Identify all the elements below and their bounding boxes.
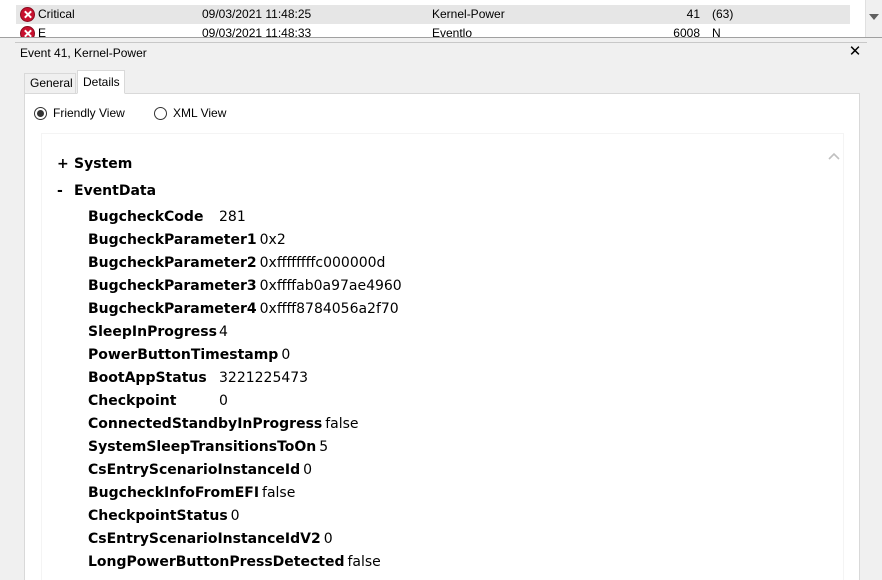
radio-unselected-icon[interactable] [154, 107, 167, 120]
property-name: CsEntryScenarioInstanceIdV2 [88, 531, 321, 547]
event-row-error[interactable]: E 09/03/2021 11:48:33 Eventlo 6008 N [16, 24, 850, 37]
tree-node-label: EventData [74, 183, 157, 199]
event-data-row[interactable]: SleepInProgress 4 [88, 322, 228, 342]
property-name: BugcheckParameter3 [88, 278, 257, 294]
property-value: 0 [230, 508, 240, 524]
friendly-view-radio[interactable]: Friendly View [34, 105, 134, 121]
critical-error-icon [20, 7, 35, 22]
friendly-view-label: Friendly View [53, 106, 125, 120]
event-list[interactable]: Critical 09/03/2021 11:48:25 Kernel-Powe… [0, 0, 882, 37]
event-date: 09/03/2021 11:48:33 [202, 26, 312, 37]
event-data-row[interactable]: BugcheckParameter4 0xffff8784056a2f70 [88, 299, 399, 319]
property-name: BugcheckCode [88, 209, 204, 225]
property-name: SystemSleepTransitionsToOn [88, 439, 317, 455]
property-name: BugcheckInfoFromEFI [88, 485, 260, 501]
property-value: 4 [219, 324, 228, 340]
event-level: Critical [38, 7, 75, 21]
pane-splitter[interactable] [0, 37, 882, 40]
event-data-row[interactable]: BugcheckParameter3 0xffffab0a97ae4960 [88, 276, 402, 296]
event-data-row[interactable]: PowerButtonTimestamp 0 [88, 345, 290, 365]
event-data-row[interactable]: BugcheckInfoFromEFI false [88, 483, 295, 503]
property-value: 0 [219, 393, 228, 409]
xml-view-label: XML View [173, 106, 227, 120]
event-row-critical[interactable]: Critical 09/03/2021 11:48:25 Kernel-Powe… [16, 5, 850, 24]
tab-details[interactable]: Details [77, 70, 125, 94]
tab-general[interactable]: General [24, 73, 76, 94]
event-detail-title: Event 41, Kernel-Power [20, 46, 147, 60]
property-name: SleepInProgress [88, 324, 217, 340]
chevron-up-icon[interactable] [827, 150, 841, 162]
property-name: BugcheckParameter4 [88, 301, 257, 317]
event-level: E [38, 26, 47, 37]
event-task-category: N [712, 26, 721, 37]
collapse-icon[interactable]: - [57, 181, 74, 201]
friendly-view-content[interactable]: + System - EventData BugcheckCode 281 Bugche… [41, 133, 844, 580]
tree-node-system[interactable]: + System [57, 154, 132, 174]
event-data-row[interactable]: BootAppStatus 3221225473 [88, 368, 308, 388]
property-value: 0xffffab0a97ae4960 [259, 278, 402, 294]
property-value: 0 [281, 347, 291, 363]
property-value: false [262, 485, 296, 501]
event-data-row[interactable]: CsEntryScenarioInstanceIdV2 0 [88, 529, 333, 549]
property-value: 0 [303, 462, 313, 478]
property-value: 0xffff8784056a2f70 [259, 301, 399, 317]
tree-node-eventdata[interactable]: - EventData [57, 181, 156, 201]
error-icon [20, 26, 35, 37]
scroll-down-arrow-icon[interactable] [869, 14, 879, 20]
event-list-scrollbar[interactable] [865, 0, 882, 37]
property-value: false [347, 554, 381, 570]
event-data-row[interactable]: BugcheckCode 281 [88, 207, 246, 227]
property-value: 3221225473 [219, 370, 309, 386]
tree-node-label: System [74, 156, 133, 172]
property-name: ConnectedStandbyInProgress [88, 416, 323, 432]
event-date: 09/03/2021 11:48:25 [202, 7, 312, 21]
event-task-category: (63) [712, 7, 734, 21]
event-data-row[interactable]: Checkpoint 0 [88, 391, 228, 411]
event-id: 6008 [673, 26, 700, 37]
radio-selected-icon[interactable] [34, 107, 47, 120]
property-name: CsEntryScenarioInstanceId [88, 462, 301, 478]
expand-icon[interactable]: + [57, 154, 74, 174]
property-name: BugcheckParameter1 [88, 232, 257, 248]
event-data-row[interactable]: SystemSleepTransitionsToOn 5 [88, 437, 328, 457]
property-value: 0x2 [259, 232, 286, 248]
property-name: Checkpoint [88, 393, 177, 409]
property-value: 5 [319, 439, 329, 455]
event-detail-header: Event 41, Kernel-Power ✕ [15, 42, 867, 62]
event-data-row[interactable]: BugcheckParameter2 0xffffffffc000000d [88, 253, 385, 273]
close-icon[interactable]: ✕ [847, 43, 863, 61]
event-data-row[interactable]: CheckpointStatus 0 [88, 506, 240, 526]
property-name: CheckpointStatus [88, 508, 228, 524]
event-data-row[interactable]: BugcheckParameter1 0x2 [88, 230, 286, 250]
property-name: LongPowerButtonPressDetected [88, 554, 345, 570]
xml-view-radio[interactable]: XML View [154, 105, 244, 121]
property-value: 0xffffffffc000000d [259, 255, 386, 271]
event-data-row[interactable]: ConnectedStandbyInProgress false [88, 414, 359, 434]
details-tab-panel: Friendly View XML View + System - EventDat… [24, 93, 860, 580]
property-name: BugcheckParameter2 [88, 255, 257, 271]
property-value: 281 [219, 209, 246, 225]
event-data-row[interactable]: LongPowerButtonPressDetected false [88, 552, 381, 572]
event-source: Kernel-Power [432, 7, 505, 21]
event-data-row[interactable]: CsEntryScenarioInstanceId 0 [88, 460, 312, 480]
event-source: Eventlo [432, 26, 473, 37]
event-id: 41 [686, 7, 700, 21]
property-value: false [325, 416, 359, 432]
property-name: BootAppStatus [88, 370, 207, 386]
property-name: PowerButtonTimestamp [88, 347, 279, 363]
property-value: 0 [323, 531, 333, 547]
